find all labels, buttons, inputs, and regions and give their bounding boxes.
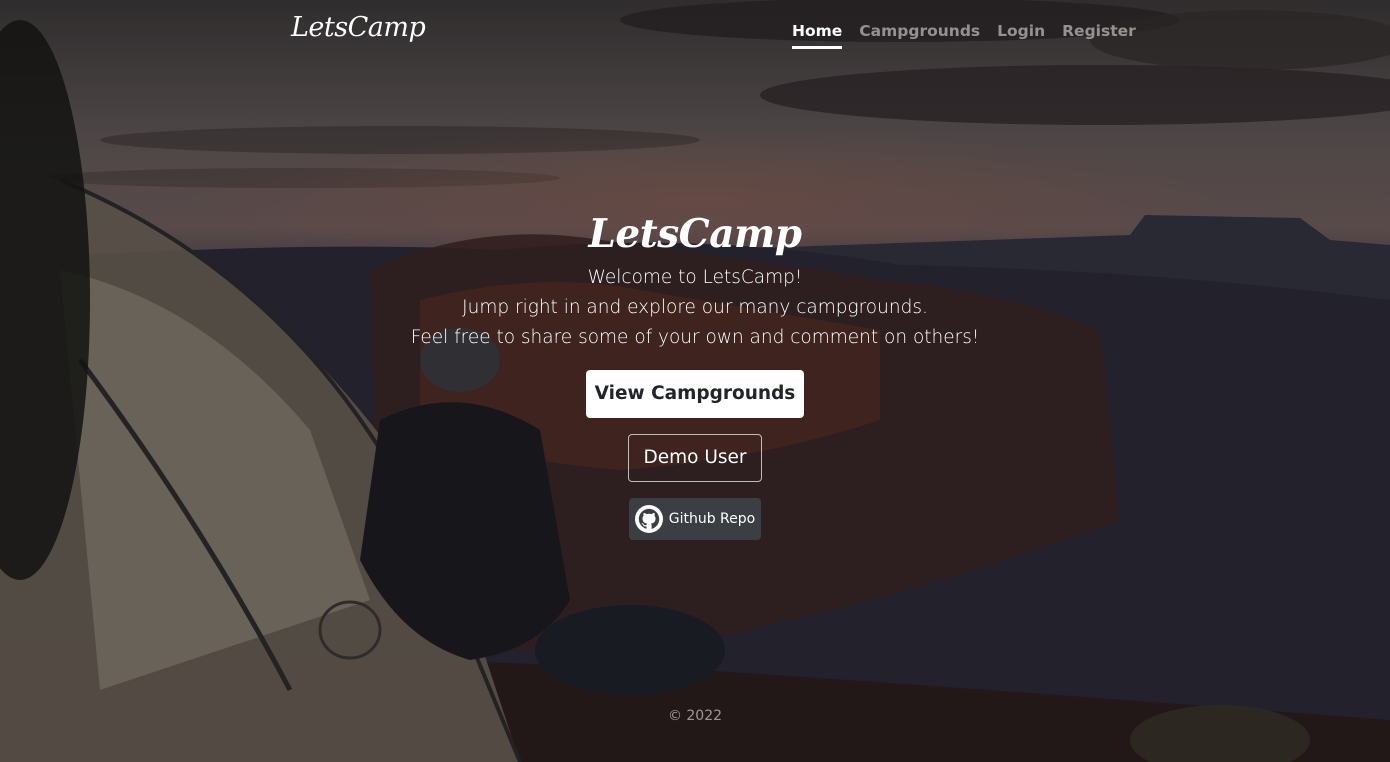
hero-welcome-text: Welcome to LetsCamp! (587, 267, 803, 288)
footer-copyright: © 2022 (667, 708, 723, 724)
navbar: LetsCamp Home Campgrounds Login Register (0, 0, 1390, 62)
github-repo-label: Github Repo (668, 511, 756, 527)
nav-link-register[interactable]: Register (1062, 22, 1136, 49)
hero-explore-text: Jump right in and explore our many campg… (462, 297, 928, 318)
view-campgrounds-button[interactable]: View Campgrounds (586, 370, 804, 418)
github-icon (634, 505, 663, 533)
brand-logo[interactable]: LetsCamp (291, 12, 426, 43)
nav-link-home[interactable]: Home (792, 22, 843, 49)
hero-title: LetsCamp (588, 211, 802, 257)
demo-user-button[interactable]: Demo User (628, 434, 762, 482)
github-repo-button[interactable]: Github Repo (629, 498, 761, 540)
nav-link-campgrounds[interactable]: Campgrounds (859, 22, 980, 49)
hero-section: LetsCamp Welcome to LetsCamp! Jump right… (0, 205, 1390, 540)
nav-link-login[interactable]: Login (997, 22, 1045, 49)
hero-share-text: Feel free to share some of your own and … (410, 327, 980, 348)
nav-links: Home Campgrounds Login Register (792, 22, 1153, 49)
landing-page: LetsCamp Home Campgrounds Login Register… (0, 0, 1390, 762)
